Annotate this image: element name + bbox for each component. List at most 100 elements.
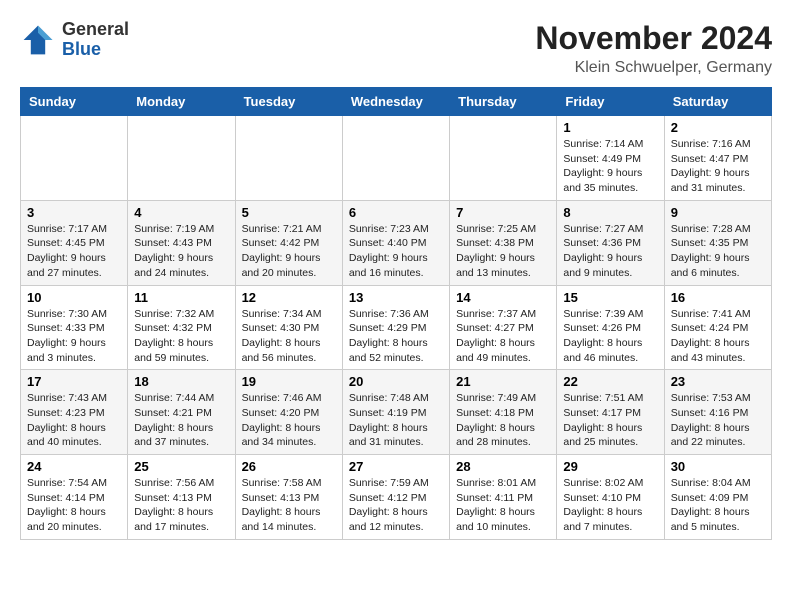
table-row: 8 Sunrise: 7:27 AM Sunset: 4:36 PM Daylig… <box>557 200 664 285</box>
day-detail: Sunrise: 7:46 AM Sunset: 4:20 PM Dayligh… <box>242 391 336 450</box>
calendar: Sunday Monday Tuesday Wednesday Thursday… <box>20 87 772 540</box>
table-row: 16Sunrise: 7:41 AM Sunset: 4:24 PM Dayli… <box>664 285 771 370</box>
day-detail: Sunrise: 7:48 AM Sunset: 4:19 PM Dayligh… <box>349 391 443 450</box>
day-number: 1 <box>563 120 657 135</box>
header: General Blue November 2024 Klein Schwuel… <box>20 20 772 77</box>
calendar-week-3: 10 Sunrise: 7:30 AM Sunset: 4:33 PM Dayli… <box>21 285 772 370</box>
day-number: 6 <box>349 205 443 220</box>
day-number: 14 <box>456 290 550 305</box>
calendar-week-2: 3Sunrise: 7:17 AM Sunset: 4:45 PM Daylig… <box>21 200 772 285</box>
logo-text: General Blue <box>62 20 129 60</box>
calendar-header-row: Sunday Monday Tuesday Wednesday Thursday… <box>21 88 772 116</box>
table-row: 18Sunrise: 7:44 AM Sunset: 4:21 PM Dayli… <box>128 370 235 455</box>
day-detail: Sunrise: 7:23 AM Sunset: 4:40 PM Dayligh… <box>349 222 443 281</box>
day-number: 12 <box>242 290 336 305</box>
day-detail: Sunrise: 7:59 AM Sunset: 4:12 PM Dayligh… <box>349 476 443 535</box>
day-number: 27 <box>349 459 443 474</box>
day-detail: Sunrise: 8:01 AM Sunset: 4:11 PM Dayligh… <box>456 476 550 535</box>
table-row <box>128 116 235 201</box>
day-number: 29 <box>563 459 657 474</box>
calendar-week-4: 17 Sunrise: 7:43 AM Sunset: 4:23 PM Dayli… <box>21 370 772 455</box>
table-row: 27 Sunrise: 7:59 AM Sunset: 4:12 PM Dayli… <box>342 455 449 540</box>
day-number: 19 <box>242 374 336 389</box>
day-detail: Sunrise: 7:19 AM Sunset: 4:43 PM Dayligh… <box>134 222 228 281</box>
calendar-week-1: 1 Sunrise: 7:14 AM Sunset: 4:49 PM Daylig… <box>21 116 772 201</box>
table-row: 9Sunrise: 7:28 AM Sunset: 4:35 PM Daylig… <box>664 200 771 285</box>
logo-icon <box>20 22 56 58</box>
logo: General Blue <box>20 20 129 60</box>
day-number: 15 <box>563 290 657 305</box>
day-detail: Sunrise: 7:32 AM Sunset: 4:32 PM Dayligh… <box>134 307 228 366</box>
table-row: 25 Sunrise: 7:56 AM Sunset: 4:13 PM Dayli… <box>128 455 235 540</box>
table-row: 13 Sunrise: 7:36 AM Sunset: 4:29 PM Dayli… <box>342 285 449 370</box>
day-detail: Sunrise: 7:43 AM Sunset: 4:23 PM Dayligh… <box>27 391 121 450</box>
table-row: 17 Sunrise: 7:43 AM Sunset: 4:23 PM Dayli… <box>21 370 128 455</box>
month-title: November 2024 <box>535 20 772 57</box>
day-detail: Sunrise: 7:51 AM Sunset: 4:17 PM Dayligh… <box>563 391 657 450</box>
day-number: 24 <box>27 459 121 474</box>
table-row: 4 Sunrise: 7:19 AM Sunset: 4:43 PM Daylig… <box>128 200 235 285</box>
table-row: 30Sunrise: 8:04 AM Sunset: 4:09 PM Dayli… <box>664 455 771 540</box>
day-detail: Sunrise: 7:58 AM Sunset: 4:13 PM Dayligh… <box>242 476 336 535</box>
day-number: 2 <box>671 120 765 135</box>
table-row: 11Sunrise: 7:32 AM Sunset: 4:32 PM Dayli… <box>128 285 235 370</box>
day-number: 8 <box>563 205 657 220</box>
day-detail: Sunrise: 7:28 AM Sunset: 4:35 PM Dayligh… <box>671 222 765 281</box>
title-area: November 2024 Klein Schwuelper, Germany <box>535 20 772 77</box>
table-row <box>235 116 342 201</box>
day-detail: Sunrise: 7:37 AM Sunset: 4:27 PM Dayligh… <box>456 307 550 366</box>
day-detail: Sunrise: 7:56 AM Sunset: 4:13 PM Dayligh… <box>134 476 228 535</box>
table-row: 2Sunrise: 7:16 AM Sunset: 4:47 PM Daylig… <box>664 116 771 201</box>
day-number: 28 <box>456 459 550 474</box>
calendar-week-5: 24Sunrise: 7:54 AM Sunset: 4:14 PM Dayli… <box>21 455 772 540</box>
table-row: 3Sunrise: 7:17 AM Sunset: 4:45 PM Daylig… <box>21 200 128 285</box>
day-number: 4 <box>134 205 228 220</box>
table-row: 26 Sunrise: 7:58 AM Sunset: 4:13 PM Dayli… <box>235 455 342 540</box>
table-row: 21 Sunrise: 7:49 AM Sunset: 4:18 PM Dayli… <box>450 370 557 455</box>
header-tuesday: Tuesday <box>235 88 342 116</box>
day-detail: Sunrise: 7:36 AM Sunset: 4:29 PM Dayligh… <box>349 307 443 366</box>
day-detail: Sunrise: 7:27 AM Sunset: 4:36 PM Dayligh… <box>563 222 657 281</box>
table-row <box>21 116 128 201</box>
header-wednesday: Wednesday <box>342 88 449 116</box>
day-number: 16 <box>671 290 765 305</box>
day-detail: Sunrise: 7:53 AM Sunset: 4:16 PM Dayligh… <box>671 391 765 450</box>
day-number: 10 <box>27 290 121 305</box>
day-number: 26 <box>242 459 336 474</box>
table-row: 28 Sunrise: 8:01 AM Sunset: 4:11 PM Dayli… <box>450 455 557 540</box>
table-row: 24Sunrise: 7:54 AM Sunset: 4:14 PM Dayli… <box>21 455 128 540</box>
header-saturday: Saturday <box>664 88 771 116</box>
day-number: 25 <box>134 459 228 474</box>
day-detail: Sunrise: 7:14 AM Sunset: 4:49 PM Dayligh… <box>563 137 657 196</box>
header-friday: Friday <box>557 88 664 116</box>
day-detail: Sunrise: 7:34 AM Sunset: 4:30 PM Dayligh… <box>242 307 336 366</box>
day-detail: Sunrise: 7:39 AM Sunset: 4:26 PM Dayligh… <box>563 307 657 366</box>
day-number: 17 <box>27 374 121 389</box>
table-row: 7Sunrise: 7:25 AM Sunset: 4:38 PM Daylig… <box>450 200 557 285</box>
day-detail: Sunrise: 7:21 AM Sunset: 4:42 PM Dayligh… <box>242 222 336 281</box>
table-row: 19 Sunrise: 7:46 AM Sunset: 4:20 PM Dayli… <box>235 370 342 455</box>
table-row <box>450 116 557 201</box>
table-row: 5 Sunrise: 7:21 AM Sunset: 4:42 PM Daylig… <box>235 200 342 285</box>
day-number: 21 <box>456 374 550 389</box>
day-number: 18 <box>134 374 228 389</box>
table-row: 29Sunrise: 8:02 AM Sunset: 4:10 PM Dayli… <box>557 455 664 540</box>
day-detail: Sunrise: 7:49 AM Sunset: 4:18 PM Dayligh… <box>456 391 550 450</box>
day-number: 5 <box>242 205 336 220</box>
table-row: 22 Sunrise: 7:51 AM Sunset: 4:17 PM Dayli… <box>557 370 664 455</box>
table-row: 12 Sunrise: 7:34 AM Sunset: 4:30 PM Dayli… <box>235 285 342 370</box>
day-detail: Sunrise: 7:25 AM Sunset: 4:38 PM Dayligh… <box>456 222 550 281</box>
table-row: 15 Sunrise: 7:39 AM Sunset: 4:26 PM Dayli… <box>557 285 664 370</box>
day-number: 3 <box>27 205 121 220</box>
day-detail: Sunrise: 8:04 AM Sunset: 4:09 PM Dayligh… <box>671 476 765 535</box>
day-number: 13 <box>349 290 443 305</box>
day-number: 22 <box>563 374 657 389</box>
table-row: 10 Sunrise: 7:30 AM Sunset: 4:33 PM Dayli… <box>21 285 128 370</box>
header-sunday: Sunday <box>21 88 128 116</box>
table-row <box>342 116 449 201</box>
day-number: 20 <box>349 374 443 389</box>
header-thursday: Thursday <box>450 88 557 116</box>
day-number: 23 <box>671 374 765 389</box>
day-detail: Sunrise: 7:30 AM Sunset: 4:33 PM Dayligh… <box>27 307 121 366</box>
location: Klein Schwuelper, Germany <box>535 59 772 77</box>
